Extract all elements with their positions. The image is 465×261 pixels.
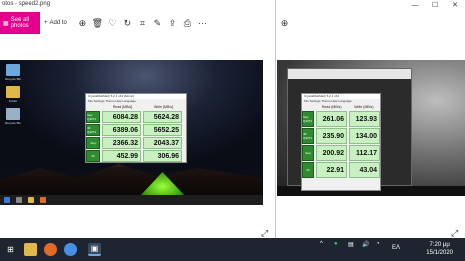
- crystaldiskmark-window: CrystalDiskMark 5.2.1 x64 [Admin] File S…: [85, 93, 187, 163]
- search-icon: [16, 197, 22, 203]
- photos-icon: ▦: [3, 20, 9, 27]
- favorite-icon[interactable]: ♡: [105, 18, 120, 29]
- cdm-header: Read (MB/s) Write (MB/s): [302, 103, 380, 110]
- read-value: 22.91: [316, 162, 347, 178]
- edit-icon[interactable]: ✎: [150, 18, 165, 29]
- read-value: 2366.32: [102, 137, 141, 149]
- network-icon[interactable]: ▤: [348, 241, 354, 248]
- firefox-icon: [40, 197, 46, 203]
- close-icon[interactable]: ✕: [445, 0, 465, 12]
- whatsapp-icon[interactable]: ●: [334, 241, 338, 247]
- photos-toolbar: ▦ See all photos + Add to ⊕ 🗑 ♡ ↻ ⌗ ✎ ⇪ …: [0, 12, 276, 34]
- write-header: Write (MB/s): [354, 104, 374, 109]
- cdm-test-button[interactable]: 4K Q32T1: [302, 128, 314, 144]
- minimize-icon[interactable]: —: [405, 0, 425, 12]
- write-value: 112.17: [349, 145, 380, 161]
- read-header: Read (MB/s): [321, 104, 342, 109]
- cdm-row: Seq 2366.32 2043.37: [86, 137, 186, 149]
- recycle-bin-icon: [6, 108, 20, 120]
- start-button-icon[interactable]: ⊞: [4, 243, 17, 256]
- file-explorer-icon[interactable]: [24, 243, 37, 256]
- delete-icon[interactable]: 🗑: [90, 18, 105, 29]
- zoom-in-icon[interactable]: ⊕: [75, 18, 90, 29]
- embedded-window-header: [288, 69, 411, 79]
- add-to-label: Add to: [49, 20, 67, 26]
- language-indicator[interactable]: ΕΛ: [392, 245, 400, 251]
- volume-icon[interactable]: 🔊: [362, 241, 369, 248]
- cdm-row: 4K 452.99 306.96: [86, 150, 186, 162]
- write-value: 134.00: [349, 128, 380, 144]
- cdm-test-button[interactable]: 4K: [86, 150, 100, 162]
- wifi-icon[interactable]: ◔: [376, 241, 380, 247]
- write-value: 5624.28: [143, 111, 182, 123]
- cdm-test-button[interactable]: 4K: [302, 162, 314, 178]
- firefox-icon[interactable]: [44, 243, 57, 256]
- maximize-icon[interactable]: ☐: [425, 0, 445, 12]
- print-icon[interactable]: ⎙: [180, 18, 195, 29]
- window-controls: — ☐ ✕: [405, 0, 465, 12]
- windows-taskbar: ⊞ ▣ ^ ● ▤ 🔊 ◔ ΕΛ 7:20 μμ 15/1/2020: [0, 238, 465, 261]
- crystaldiskmark-window: CrystalDiskMark 5.2.1 x64 File Settings …: [301, 93, 381, 191]
- read-value: 6389.06: [102, 124, 141, 136]
- desktop-icon-label: Recycle Bin: [5, 121, 21, 125]
- photos-toolbar-right: ⊕: [277, 12, 465, 34]
- plus-icon: +: [44, 20, 48, 26]
- write-value: 306.96: [143, 150, 182, 162]
- read-value: 235.90: [316, 128, 347, 144]
- folder-icon: [28, 197, 34, 203]
- read-header: Read [MB/s]: [112, 104, 133, 109]
- cdm-test-button[interactable]: Seq Q32T1: [302, 111, 314, 127]
- desktop-icon: [6, 64, 20, 76]
- crop-icon[interactable]: ⌗: [135, 18, 150, 29]
- cdm-test-button[interactable]: 4K Q32T1: [86, 124, 100, 136]
- rotate-icon[interactable]: ↻: [120, 18, 135, 29]
- write-value: 2043.37: [143, 137, 182, 149]
- tray-chevron-icon[interactable]: ^: [320, 241, 323, 247]
- screen: otos - speed2.png ▦ See all photos + Add…: [0, 0, 465, 261]
- add-to-button[interactable]: + Add to: [44, 20, 67, 26]
- cdm-row: 4K Q32T1 6389.06 5652.25: [86, 124, 186, 136]
- see-all-label: See all photos: [10, 17, 30, 29]
- clock-time: 7:20 μμ: [429, 242, 450, 248]
- write-value: 123.93: [349, 111, 380, 127]
- read-value: 261.06: [316, 111, 347, 127]
- see-all-photos-button[interactable]: ▦ See all photos: [0, 12, 40, 34]
- cdm-test-button[interactable]: Seq: [86, 137, 100, 149]
- read-value: 200.92: [316, 145, 347, 161]
- photos-window-left: otos - speed2.png ▦ See all photos + Add…: [0, 0, 276, 238]
- share-icon[interactable]: ⇪: [165, 18, 180, 29]
- embedded-taskbar: [0, 195, 263, 205]
- cdm-row: Seq Q32T1 261.06 123.93: [302, 111, 380, 127]
- clock-date: 15/1/2020: [426, 250, 453, 256]
- cdm-row: 4K Q32T1 235.90 134.00: [302, 128, 380, 144]
- cdm-test-button[interactable]: Seq: [302, 145, 314, 161]
- desktop-icon-label: Folder: [8, 99, 18, 103]
- write-value: 5652.25: [143, 124, 182, 136]
- photos-app-icon[interactable]: ▣: [88, 243, 101, 256]
- write-value: 43.04: [349, 162, 380, 178]
- taskbar-clock[interactable]: 7:20 μμ 15/1/2020: [426, 241, 453, 257]
- start-icon: [4, 197, 10, 203]
- write-header: Write [MB/s]: [154, 104, 173, 109]
- read-value: 6084.28: [102, 111, 141, 123]
- cdm-row: Seq Q32T1 6084.28 5624.28: [86, 111, 186, 123]
- desktop-icon-label: Recycle Bin: [5, 77, 21, 81]
- zoom-in-icon[interactable]: ⊕: [277, 18, 292, 29]
- cdm-test-button[interactable]: Seq Q32T1: [86, 111, 100, 123]
- cdm-row: Seq 200.92 112.17: [302, 145, 380, 161]
- read-value: 452.99: [102, 150, 141, 162]
- chrome-icon[interactable]: [64, 243, 77, 256]
- cdm-header: Read [MB/s] Write [MB/s]: [86, 103, 186, 110]
- more-icon[interactable]: ⋯: [195, 18, 210, 29]
- folder-icon: [6, 86, 20, 98]
- cdm-row: 4K 22.91 43.04: [302, 162, 380, 178]
- window-title: otos - speed2.png: [2, 1, 51, 7]
